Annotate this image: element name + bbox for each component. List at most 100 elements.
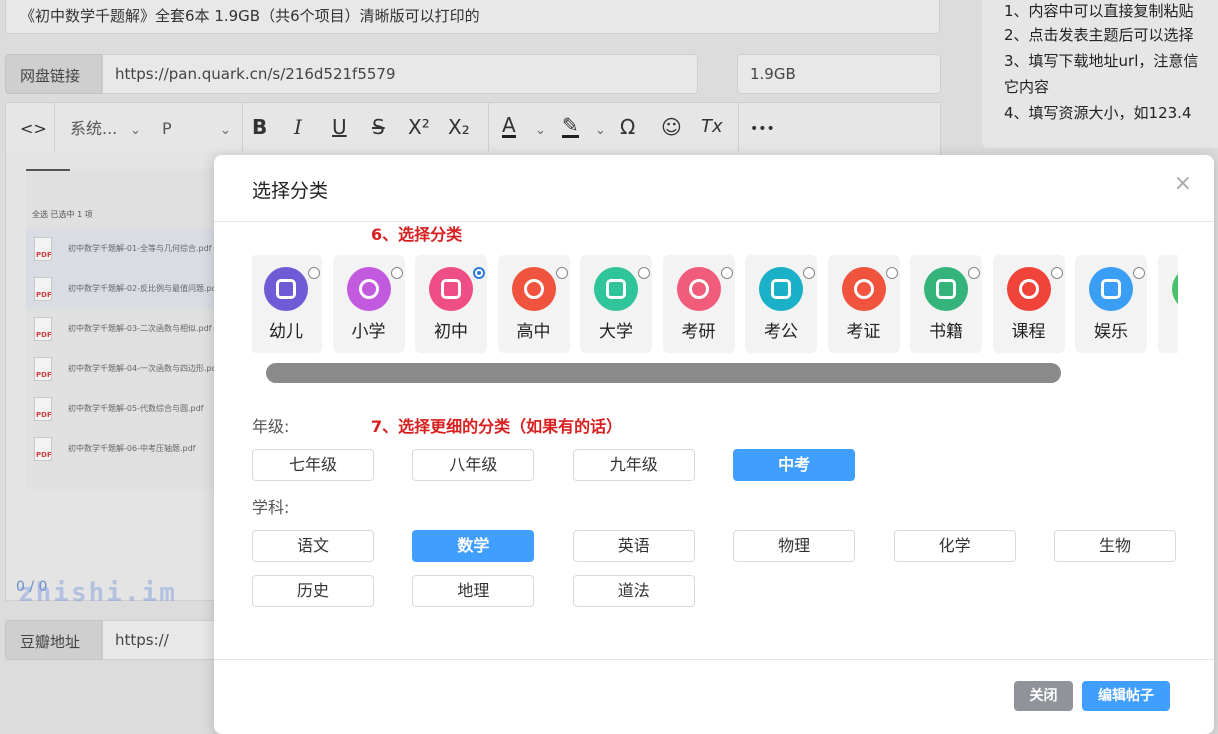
grade-option[interactable]: 八年级 bbox=[412, 449, 535, 481]
category-tile[interactable]: 考公 bbox=[745, 255, 817, 353]
superscript-button[interactable]: X² bbox=[408, 115, 430, 139]
category-tile[interactable]: 站 bbox=[1157, 255, 1179, 353]
category-icon bbox=[264, 267, 308, 311]
highlight-icon[interactable]: ✎ bbox=[562, 115, 579, 138]
subject-option[interactable]: 化学 bbox=[893, 530, 1016, 562]
italic-button[interactable]: I bbox=[294, 115, 302, 139]
category-tile[interactable]: 小学 bbox=[332, 255, 405, 353]
pdf-icon: PDF bbox=[34, 237, 52, 261]
code-view-button[interactable]: <> bbox=[20, 117, 47, 141]
list-item: PDF 初中数学千题解-06-中考压轴题.pdf bbox=[26, 429, 226, 469]
strikethrough-button[interactable]: S bbox=[372, 115, 385, 139]
pdf-icon: PDF bbox=[34, 357, 52, 381]
subject-option[interactable]: 语文 bbox=[252, 530, 374, 562]
clear-format-button[interactable]: Tx bbox=[701, 115, 723, 139]
subject-option[interactable]: 历史 bbox=[252, 575, 374, 607]
watermark: zhishi.im bbox=[18, 578, 177, 608]
category-tile[interactable]: 课程 bbox=[992, 255, 1065, 353]
category-radio[interactable] bbox=[968, 267, 980, 279]
grade-option[interactable]: 中考 bbox=[733, 449, 856, 481]
chevron-down-icon: ⌄ bbox=[130, 123, 141, 138]
douban-label: 豆瓣地址 bbox=[5, 620, 102, 660]
category-label: 小学 bbox=[351, 322, 386, 342]
tip-3-cont: 它内容 bbox=[1004, 78, 1050, 96]
chevron-down-icon: ⌄ bbox=[535, 123, 546, 138]
size-input[interactable]: 1.9GB bbox=[737, 54, 941, 94]
category-radio[interactable] bbox=[720, 267, 733, 279]
close-icon[interactable]: × bbox=[1174, 171, 1192, 196]
category-radio[interactable] bbox=[1133, 267, 1145, 279]
category-tile[interactable]: 大学 bbox=[580, 255, 652, 353]
category-tile[interactable]: 考证 bbox=[827, 255, 900, 353]
subject-option[interactable]: 物理 bbox=[733, 530, 856, 562]
more-icon[interactable]: ••• bbox=[750, 117, 775, 141]
omega-icon[interactable]: Ω bbox=[620, 115, 635, 139]
tips-card: 1、内容中可以直接复制粘贴 2、点击发表主题后可以选择 3、填写下载地址url，… bbox=[982, 0, 1218, 148]
edit-post-button[interactable]: 编辑帖子 bbox=[1082, 681, 1170, 711]
category-label: 站 bbox=[1158, 317, 1179, 342]
block-format-select[interactable]: P bbox=[162, 117, 172, 141]
category-label: 高中 bbox=[516, 322, 551, 342]
file-list-screenshot: 全选 已选中 1 项 PDF 初中数学千题解-01-全等与几何综合.pdf PD… bbox=[26, 169, 226, 489]
grade-option[interactable]: 九年级 bbox=[572, 449, 695, 481]
category-tile[interactable]: 幼儿 bbox=[252, 255, 322, 353]
list-item: PDF 初中数学千题解-04-一次函数与四边形.pdf bbox=[26, 349, 226, 389]
title-input[interactable]: 《初中数学千题解》全套6本 1.9GB（共6个项目）清晰版可以打印的 bbox=[5, 0, 940, 34]
category-icon bbox=[1006, 267, 1051, 311]
pan-link-label: 网盘链接 bbox=[5, 54, 102, 94]
category-icon bbox=[594, 267, 638, 311]
category-radio[interactable] bbox=[803, 267, 815, 279]
category-label: 幼儿 bbox=[269, 322, 303, 342]
category-radio[interactable] bbox=[555, 267, 568, 279]
subject-option[interactable]: 道法 bbox=[572, 575, 695, 607]
category-tile[interactable]: 初中 bbox=[415, 255, 487, 353]
category-radio[interactable] bbox=[638, 267, 650, 279]
dialog-title: 选择分类 bbox=[252, 180, 329, 202]
list-item: PDF 初中数学千题解-01-全等与几何综合.pdf bbox=[26, 229, 226, 269]
footer-divider bbox=[214, 659, 1214, 660]
category-scrollbar[interactable] bbox=[266, 363, 1061, 383]
tip-1: 1、内容中可以直接复制粘贴 bbox=[1004, 2, 1194, 20]
category-label: 书籍 bbox=[929, 322, 963, 342]
category-tile[interactable]: 考研 bbox=[662, 255, 735, 353]
underline-button[interactable]: U bbox=[332, 115, 347, 139]
pdf-icon: PDF bbox=[34, 317, 52, 341]
subject-option[interactable]: 数学 bbox=[412, 530, 535, 562]
category-icon bbox=[511, 267, 556, 311]
category-radio[interactable] bbox=[473, 267, 485, 279]
category-icon bbox=[1089, 267, 1133, 311]
font-family-select[interactable]: 系统... bbox=[70, 117, 117, 141]
select-category-dialog: 选择分类 × 6、选择分类 幼儿 小学 初中 高中 大学 考研 考公 考证 书籍 课程 娱乐 站 年级… bbox=[214, 155, 1214, 734]
close-button[interactable]: 关闭 bbox=[1014, 681, 1073, 711]
category-radio[interactable] bbox=[885, 267, 898, 279]
category-label: 课程 bbox=[1011, 322, 1046, 342]
font-color-button[interactable]: A bbox=[502, 115, 516, 138]
subject-option[interactable]: 地理 bbox=[412, 575, 535, 607]
grade-option[interactable]: 七年级 bbox=[252, 449, 374, 481]
category-tile[interactable]: 书籍 bbox=[910, 255, 982, 353]
category-radio[interactable] bbox=[308, 267, 320, 279]
subject-option[interactable]: 英语 bbox=[572, 530, 695, 562]
category-icon bbox=[1171, 267, 1178, 311]
category-radio[interactable] bbox=[1050, 267, 1063, 279]
list-item: PDF 初中数学千题解-05-代数综合与圆.pdf bbox=[26, 389, 226, 429]
subscript-button[interactable]: X₂ bbox=[448, 115, 470, 139]
bold-button[interactable]: B bbox=[252, 115, 267, 139]
category-tile[interactable]: 高中 bbox=[497, 255, 570, 353]
category-icon bbox=[676, 267, 721, 311]
tip-3: 3、填写下载地址url，注意信 bbox=[1004, 52, 1199, 70]
category-tile[interactable]: 娱乐 bbox=[1075, 255, 1147, 353]
pan-link-input[interactable]: https://pan.quark.cn/s/216d521f5579 bbox=[102, 54, 698, 94]
editor-toolbar: <> 系统... ⌄ P ⌄ B I U S X² X₂ A ⌄ ✎ ⌄ Ω ☺… bbox=[5, 102, 941, 152]
emoji-icon[interactable]: ☺ bbox=[661, 115, 682, 139]
subject-option[interactable]: 生物 bbox=[1054, 530, 1176, 562]
category-label: 娱乐 bbox=[1094, 322, 1128, 342]
category-icon bbox=[346, 267, 391, 311]
tip-4: 4、填写资源大小，如123.4 bbox=[1004, 104, 1192, 122]
chevron-down-icon: ⌄ bbox=[595, 123, 606, 138]
category-label: 大学 bbox=[599, 322, 633, 342]
category-radio[interactable] bbox=[390, 267, 403, 279]
category-label: 考证 bbox=[846, 322, 881, 342]
grade-label: 年级: bbox=[252, 417, 290, 436]
category-icon bbox=[429, 267, 473, 311]
